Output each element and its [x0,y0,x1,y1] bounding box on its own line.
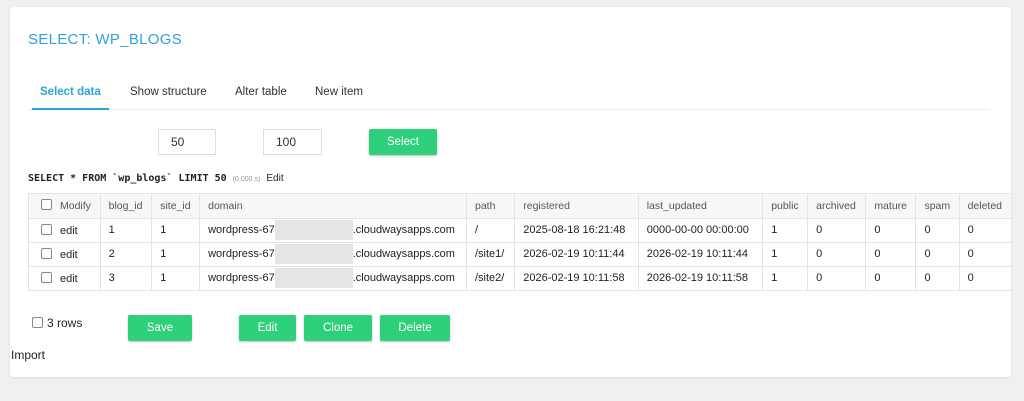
column-header-spam[interactable]: spam [915,194,960,219]
cell-deleted: 0 [959,266,1011,290]
text-length-input[interactable]: 100 [263,129,322,155]
column-header-modify: Modify [29,194,101,219]
column-header-site-id[interactable]: site_id [151,194,201,219]
cell-domain: wordpress-67 .cloudwaysapps.com [199,242,467,267]
select-button[interactable]: Select [369,129,437,155]
column-header-last-updated[interactable]: last_updated [638,194,764,219]
tab-bar: Select data Show structure Alter table N… [28,81,990,110]
cell-mature: 0 [865,242,917,267]
column-header-archived[interactable]: archived [807,194,867,219]
cell-spam: 0 [915,218,960,243]
query-edit-link[interactable]: Edit [266,173,283,184]
cell-blog-id: 3 [100,266,153,290]
cell-domain: wordpress-67 .cloudwaysapps.com [199,218,467,243]
cell-registered: 2026-02-19 10:11:58 [514,266,639,290]
redacted-block [274,220,353,240]
edit-button[interactable]: Edit [239,315,296,341]
results-table: Modify blog_id site_id domain path regis… [29,194,1011,290]
clone-button[interactable]: Clone [304,315,372,341]
column-header-public[interactable]: public [762,194,809,219]
column-header-mature[interactable]: mature [865,194,917,219]
save-button[interactable]: Save [128,315,192,341]
table-row: edit 2 1 wordpress-67 .cloudwaysapps.com … [29,242,1011,267]
cell-path: /site1/ [466,242,516,267]
sql-query: SELECT * FROM `wp_blogs` LIMIT 50 (0.000… [28,173,284,184]
rows-count: 3 rows [32,316,82,330]
cell-deleted: 0 [959,242,1011,267]
cell-archived: 0 [807,266,867,290]
cell-blog-id: 2 [100,242,153,267]
cell-last-updated: 2026-02-19 10:11:58 [638,266,764,290]
cell-public: 1 [762,242,809,267]
tab-select-data[interactable]: Select data [32,86,109,110]
cell-public: 1 [762,218,809,243]
cell-archived: 0 [807,242,867,267]
column-header-path[interactable]: path [466,194,516,219]
column-header-blog-id[interactable]: blog_id [100,194,153,219]
main-card: SELECT: WP_BLOGS Select data Show struct… [10,7,1011,377]
row-checkbox[interactable] [41,223,52,235]
cell-domain: wordpress-67 .cloudwaysapps.com [199,266,467,290]
row-edit-link[interactable]: edit [60,225,78,237]
cell-public: 1 [762,266,809,290]
row-edit-link[interactable]: edit [60,249,78,261]
page-title: SELECT: WP_BLOGS [28,31,183,48]
redacted-block [274,268,353,288]
cell-path: /site2/ [466,266,516,290]
column-header-registered[interactable]: registered [514,194,639,219]
cell-spam: 0 [915,242,960,267]
cell-last-updated: 2026-02-19 10:11:44 [638,242,764,267]
cell-registered: 2025-08-18 16:21:48 [514,218,639,243]
cell-blog-id: 1 [100,218,153,243]
limit-input[interactable]: 50 [158,129,216,155]
cell-site-id: 1 [151,266,201,290]
row-checkbox[interactable] [41,271,52,283]
cell-spam: 0 [915,266,960,290]
cell-mature: 0 [865,218,917,243]
tab-new-item[interactable]: New item [315,86,363,98]
cell-last-updated: 0000-00-00 00:00:00 [638,218,764,243]
table-row: edit 1 1 wordpress-67 .cloudwaysapps.com … [29,218,1011,243]
row-checkbox[interactable] [41,247,52,259]
cell-site-id: 1 [151,218,201,243]
redacted-block [274,244,353,264]
row-edit-link[interactable]: edit [60,273,78,285]
sql-text: SELECT * FROM `wp_blogs` LIMIT 50 [28,173,227,184]
cell-path: / [466,218,516,243]
import-link[interactable]: Import [11,348,45,362]
table-row: edit 3 1 wordpress-67 .cloudwaysapps.com … [29,266,1011,290]
tab-show-structure[interactable]: Show structure [130,86,207,98]
cell-site-id: 1 [151,242,201,267]
cell-mature: 0 [865,266,917,290]
column-header-deleted[interactable]: deleted [959,194,1011,219]
cell-archived: 0 [807,218,867,243]
delete-button[interactable]: Delete [380,315,450,341]
cell-registered: 2026-02-19 10:11:44 [514,242,639,267]
all-rows-checkbox[interactable] [32,317,43,328]
table-header-row: Modify blog_id site_id domain path regis… [29,194,1011,219]
results-table-wrapper: Modify blog_id site_id domain path regis… [28,193,1011,291]
query-time: (0.000 s) [232,176,261,183]
select-all-checkbox[interactable] [41,199,52,211]
cell-deleted: 0 [959,218,1011,243]
tab-alter-table[interactable]: Alter table [235,86,287,98]
column-header-domain[interactable]: domain [199,194,467,219]
